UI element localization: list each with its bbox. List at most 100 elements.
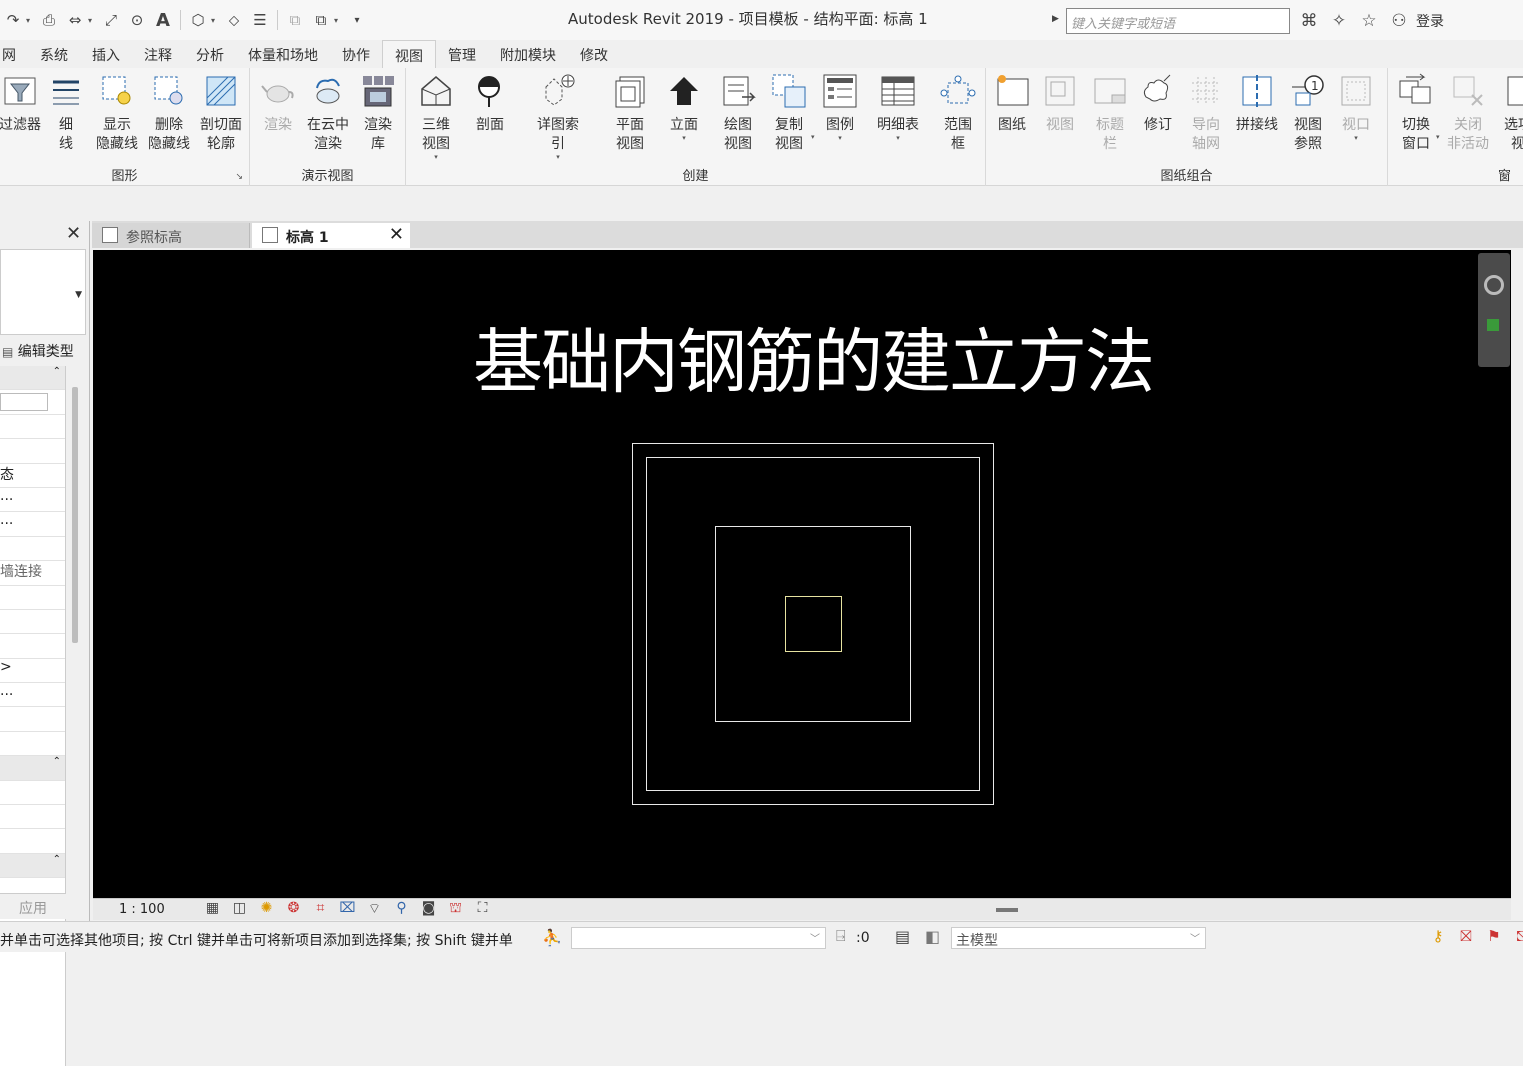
switch-windows-icon[interactable]: ⧉ <box>308 8 334 32</box>
select-underlay-icon[interactable]: ⛝ <box>1452 927 1480 947</box>
view-scale[interactable]: 1 : 100 <box>119 902 165 917</box>
3d-view-icon[interactable]: ⬡ <box>185 8 211 32</box>
temporary-hide-icon[interactable]: ⚲ <box>388 900 415 918</box>
shadows-icon[interactable]: ❂ <box>280 900 307 918</box>
visual-style-icon[interactable]: ◫ <box>226 900 253 918</box>
section-header[interactable]: ⌃ <box>0 366 65 391</box>
cut-profile-button[interactable]: 剖切面 轮廓 <box>195 72 247 154</box>
design-options-icon[interactable]: ◧ <box>925 927 940 946</box>
worksets-icon[interactable]: ⛹ <box>542 928 562 947</box>
guide-grid-button[interactable]: 导向 轴网 <box>1180 72 1232 154</box>
binoculars-icon[interactable]: ⌘ <box>1294 11 1324 31</box>
dropdown-arrow-icon[interactable]: ▾ <box>1330 135 1382 142</box>
redo-icon[interactable]: ↷ <box>0 8 26 32</box>
tab-analyze[interactable]: 分析 <box>184 40 236 68</box>
tab-massing-site[interactable]: 体量和场地 <box>236 40 330 68</box>
user-icon[interactable]: ⚇ <box>1384 11 1414 31</box>
workset-selector[interactable]: ﹀ <box>571 927 826 949</box>
aligned-dimension-icon[interactable]: ⤢ <box>98 8 124 32</box>
dialog-launcher-icon[interactable]: ↘ <box>235 172 243 182</box>
close-hidden-windows-icon[interactable]: ⧉ <box>282 8 308 32</box>
sun-path-icon[interactable]: ✺ <box>253 900 280 918</box>
dropdown-arrow-icon[interactable]: ▾ <box>532 154 584 161</box>
drawing-canvas[interactable]: 基础内钢筋的建立方法 <box>93 250 1511 898</box>
analytical-model-icon[interactable]: ⛶ <box>469 900 496 918</box>
apply-button[interactable]: 应用 <box>0 893 66 919</box>
search-expand-icon[interactable]: ▶ <box>1052 14 1059 24</box>
property-row[interactable] <box>0 439 65 464</box>
section-header[interactable]: ⌃ <box>0 756 65 781</box>
thin-lines-button[interactable]: 细 线 <box>40 72 92 154</box>
3d-view-dropdown-icon[interactable]: ▾ <box>211 16 221 25</box>
column-outline[interactable] <box>785 596 842 652</box>
tab-views-button[interactable]: 选项 视 <box>1492 72 1523 154</box>
worksharing-display-icon[interactable]: ⛫ <box>442 900 469 918</box>
property-row[interactable]: ... <box>0 488 65 513</box>
tab-manage[interactable]: 管理 <box>436 40 488 68</box>
reveal-hidden-icon[interactable]: ◙ <box>415 900 442 918</box>
drafting-view-button[interactable]: 绘图 视图 <box>712 72 764 154</box>
section-icon[interactable]: ⬦ <box>221 8 247 32</box>
show-hidden-lines-button[interactable]: 显示 隐藏线 <box>91 72 143 154</box>
property-row[interactable]: 态 <box>0 464 65 488</box>
print-icon[interactable]: ⎙ <box>36 8 62 32</box>
property-row[interactable] <box>0 610 65 635</box>
dropdown-arrow-icon[interactable]: ▾ <box>814 135 866 142</box>
communication-center-icon[interactable]: ✧ <box>1324 11 1354 31</box>
thin-lines-icon[interactable]: ☰ <box>247 8 273 32</box>
vertical-scrollbar[interactable] <box>1511 248 1523 920</box>
property-row[interactable] <box>0 537 65 562</box>
tab-insert[interactable]: 插入 <box>80 40 132 68</box>
schedules-button[interactable]: 明细表 ▾ <box>872 72 924 142</box>
section-button[interactable]: 剖面 <box>464 72 516 135</box>
type-selector[interactable]: ▼ <box>0 249 86 335</box>
duplicate-view-button[interactable]: 复制 视图 ▾ <box>763 72 815 154</box>
tab-modify[interactable]: 修改 <box>568 40 620 68</box>
close-properties-icon[interactable]: ✕ <box>66 223 81 244</box>
revisions-button[interactable]: 修订 <box>1132 72 1184 135</box>
3d-view-button[interactable]: 三维 视图 ▾ <box>410 72 462 161</box>
tab-add-ins[interactable]: 附加模块 <box>488 40 568 68</box>
switch-windows-button[interactable]: 切换 窗口 ▾ <box>1390 72 1442 154</box>
property-row[interactable]: ... <box>0 512 65 537</box>
edit-type-button[interactable]: ▤ 编辑类型 <box>2 341 74 361</box>
property-row[interactable]: > <box>0 659 65 684</box>
steering-wheel-icon[interactable] <box>1484 275 1504 295</box>
chevron-down-icon[interactable]: ▼ <box>75 290 82 300</box>
tab-systems[interactable]: 系统 <box>28 40 80 68</box>
scope-box-button[interactable]: 范围 框 <box>932 72 984 154</box>
dropdown-arrow-icon[interactable]: ▾ <box>410 154 462 161</box>
close-tab-icon[interactable]: ✕ <box>389 224 404 245</box>
viewports-button[interactable]: 视口 ▾ <box>1330 72 1382 142</box>
property-row[interactable] <box>0 586 65 610</box>
dropdown-arrow-icon[interactable]: ▾ <box>1436 134 1440 141</box>
property-row[interactable]: ... <box>0 683 65 708</box>
property-row[interactable] <box>0 805 65 830</box>
switch-windows-dropdown-icon[interactable]: ▾ <box>334 16 344 25</box>
search-input[interactable]: 键入关键字或短语 <box>1066 8 1290 34</box>
property-row[interactable] <box>0 781 65 806</box>
tab-architecture[interactable]: 网 <box>0 40 28 68</box>
property-row[interactable] <box>0 732 65 757</box>
title-block-button[interactable]: 标题 栏 <box>1084 72 1136 154</box>
select-links-icon[interactable]: ⚷ <box>1424 927 1452 947</box>
horizontal-scrollbar-thumb[interactable] <box>996 908 1018 912</box>
view-tab-level-1[interactable]: 标高 1 ✕ <box>252 223 410 248</box>
sheet-button[interactable]: 图纸 <box>986 72 1038 135</box>
dropdown-arrow-icon[interactable]: ▾ <box>872 135 924 142</box>
dropdown-arrow-icon[interactable]: ▾ <box>658 135 710 142</box>
customize-qat-icon[interactable]: ▾ <box>344 8 370 32</box>
tab-view[interactable]: 视图 <box>382 40 436 68</box>
properties-scrollbar[interactable] <box>72 387 78 643</box>
crop-view-icon[interactable]: ⌗ <box>307 900 334 918</box>
property-row[interactable]: 墙连接 <box>0 561 65 586</box>
property-row[interactable] <box>0 707 65 732</box>
property-row[interactable] <box>0 415 65 440</box>
design-option-selector[interactable]: 主模型 ﹀ <box>951 927 1206 949</box>
login-link[interactable]: 登录 <box>1416 11 1444 31</box>
callout-button[interactable]: 详图索引 ▾ <box>532 72 584 161</box>
tab-collaborate[interactable]: 协作 <box>330 40 382 68</box>
place-view-button[interactable]: 视图 <box>1034 72 1086 135</box>
property-row[interactable] <box>0 829 65 854</box>
favorites-star-icon[interactable]: ☆ <box>1354 11 1384 31</box>
